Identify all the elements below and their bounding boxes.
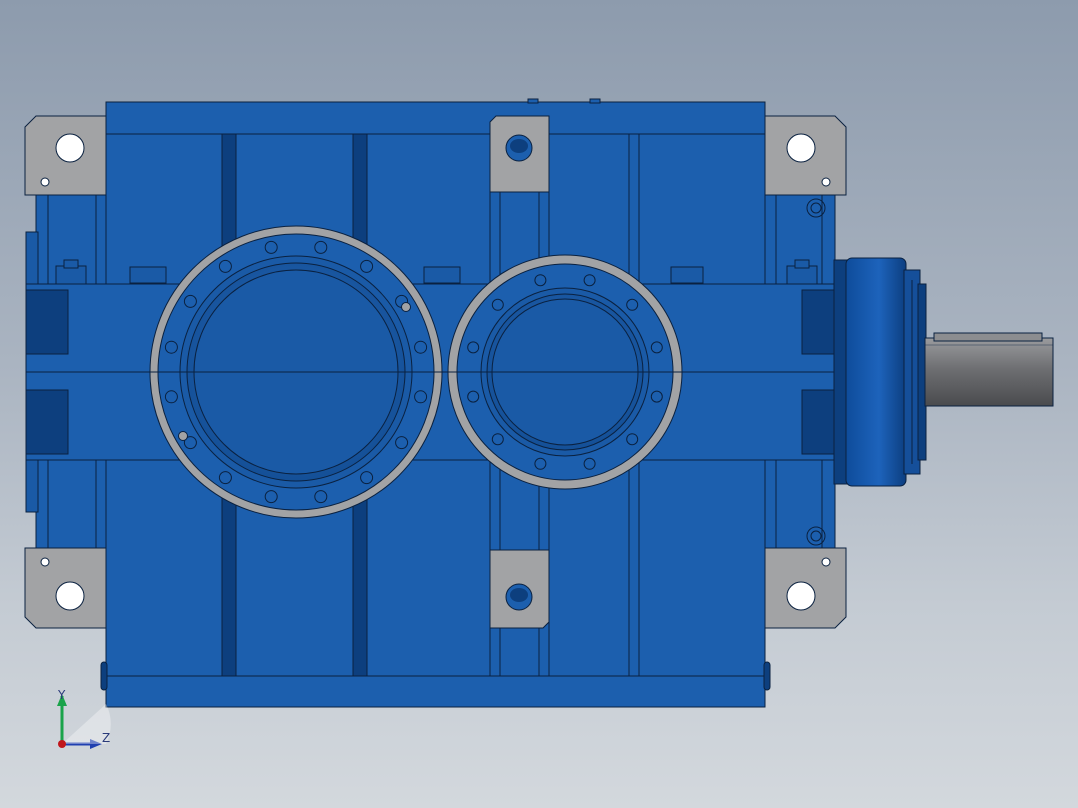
cover-bolt: [414, 340, 428, 354]
cover-bolt: [583, 457, 596, 470]
cover-bolt: [491, 433, 504, 446]
cover-bolt: [314, 240, 328, 254]
cover-bolt: [360, 259, 374, 273]
cover-bolt: [583, 274, 596, 287]
cover-bolt: [534, 457, 547, 470]
mounting-foot-top-right: [764, 115, 847, 196]
triad-origin: [58, 740, 66, 748]
cover-bolt: [264, 490, 278, 504]
cover-bolt: [467, 341, 480, 354]
cover-bolt: [218, 471, 232, 485]
cover-bolt: [650, 341, 663, 354]
cover-bolt: [218, 259, 232, 273]
cover-bolt: [534, 274, 547, 287]
cover-bolt: [360, 471, 374, 485]
cover-bolt: [491, 298, 504, 311]
input-flange: [833, 257, 927, 487]
cover-bolt: [164, 340, 178, 354]
mounting-foot-top-left: [24, 115, 107, 196]
graphics-viewport[interactable]: Y Z: [0, 0, 1078, 808]
z-axis-label: Z: [102, 731, 111, 745]
gearbox-model[interactable]: [0, 0, 1078, 808]
cover-bolt: [626, 298, 639, 311]
cover-bolt: [650, 390, 663, 403]
cover-bolt: [395, 436, 409, 450]
lifting-lug-bottom: [489, 549, 550, 629]
cover-bolt: [264, 240, 278, 254]
cover-bolt: [314, 490, 328, 504]
output-shaft: [924, 332, 1054, 407]
cover-bolt: [626, 433, 639, 446]
mounting-foot-bottom-right: [764, 547, 847, 629]
y-axis-label: Y: [58, 688, 66, 702]
cover-bolt: [183, 294, 197, 308]
cover-bolt: [414, 390, 428, 404]
bearing-cover-small: [447, 254, 683, 490]
bearing-cover-large: [149, 225, 443, 519]
mounting-foot-bottom-left: [24, 547, 107, 629]
lifting-lug-top: [489, 115, 550, 193]
cover-bolt: [467, 390, 480, 403]
cover-bolt: [164, 390, 178, 404]
